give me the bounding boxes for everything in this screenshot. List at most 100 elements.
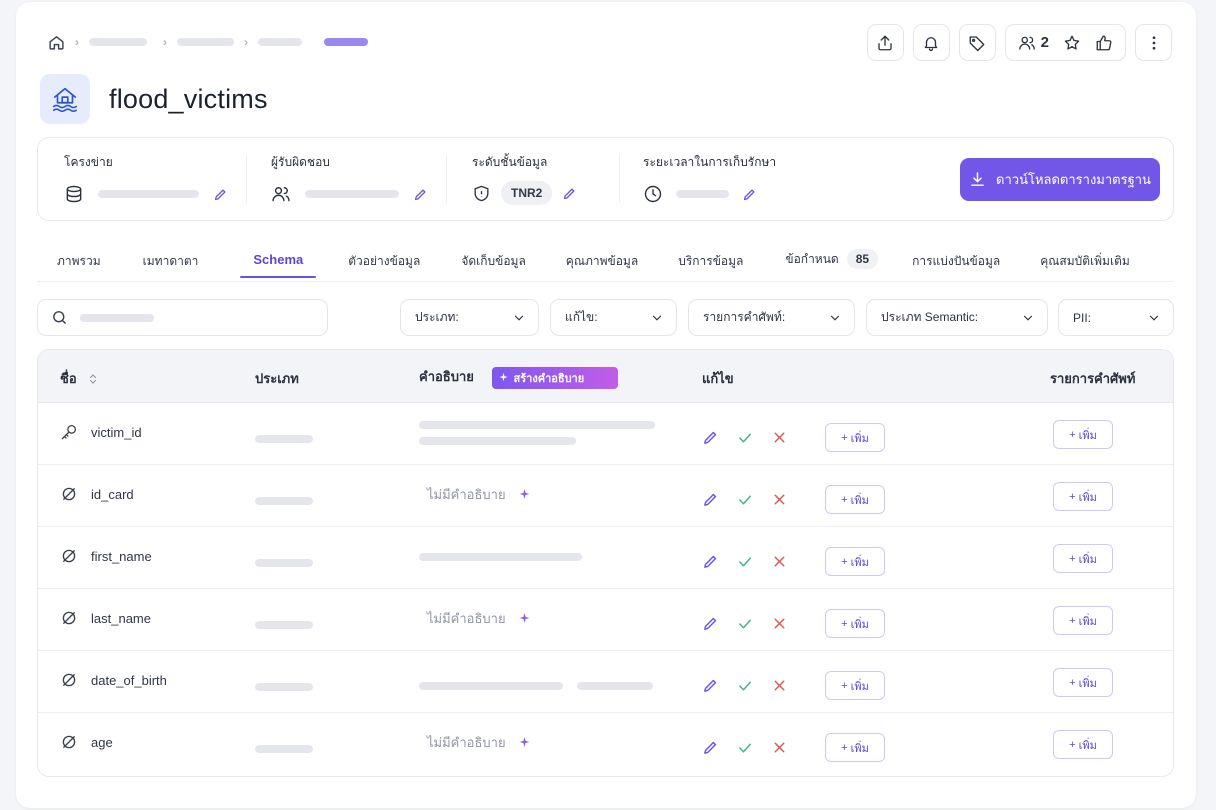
owner-value [305, 190, 399, 198]
add-label: เพิ่ม [1078, 429, 1097, 442]
glossary-cell: + เพิ่ม [1053, 730, 1113, 759]
check-icon[interactable] [736, 491, 754, 509]
column-name[interactable]: last_name [60, 609, 151, 627]
add-glossary-button[interactable]: + เพิ่ม [1053, 544, 1113, 573]
tab-sample-data[interactable]: ตัวอย่างข้อมูล [324, 242, 441, 281]
glossary-cell: + เพิ่ม [1053, 668, 1113, 697]
add-tag-button[interactable]: + เพิ่ม [825, 609, 885, 638]
tag-button[interactable] [958, 24, 996, 61]
column-name[interactable]: victim_id [60, 423, 142, 441]
generate-description-label: สร้างคำอธิบาย [513, 372, 585, 385]
close-icon[interactable] [771, 491, 788, 508]
column-name[interactable]: date_of_birth [60, 671, 167, 689]
check-icon[interactable] [736, 553, 754, 571]
add-tag-button[interactable]: + เพิ่ม [825, 485, 885, 514]
edit-retention-icon[interactable] [742, 187, 757, 202]
add-tag-button[interactable]: + เพิ่ม [825, 733, 885, 762]
notifications-button[interactable] [912, 24, 950, 61]
tab-data-sharing[interactable]: การแบ่งปันข้อมูล [892, 242, 1020, 281]
semantic-type-filter[interactable]: ประเภท Semantic: [866, 299, 1048, 336]
add-glossary-button[interactable]: + เพิ่ม [1053, 420, 1113, 449]
like-button[interactable] [1089, 25, 1119, 60]
breadcrumb-item[interactable] [89, 38, 147, 46]
type-filter-label: ประเภท: [415, 310, 459, 324]
tab-metadata[interactable]: เมทาดาตา [123, 242, 233, 281]
edit-filter[interactable]: แก้ไข: [550, 299, 677, 336]
add-glossary-button[interactable]: + เพิ่ม [1053, 606, 1113, 635]
column-name[interactable]: age [60, 733, 113, 751]
edit-tier-icon[interactable] [562, 186, 577, 201]
no-description-label: ไม่มีคำอธิบาย [427, 487, 506, 502]
add-tag-button[interactable]: + เพิ่ม [825, 671, 885, 700]
close-icon[interactable] [771, 553, 788, 570]
bell-icon [922, 34, 940, 52]
breadcrumb-item[interactable] [258, 38, 302, 46]
name-column-header[interactable]: ชื่อ [60, 368, 99, 389]
dataset-icon [40, 74, 90, 124]
download-standard-table-button[interactable]: ดาวน์โหลดตารางมาตรฐาน [960, 158, 1160, 201]
close-icon[interactable] [771, 739, 788, 756]
search-icon [51, 309, 68, 326]
no-description-label: ไม่มีคำอธิบาย [427, 735, 506, 750]
table-row: age ไม่มีคำอธิบาย + เพิ่ม + เพิ่ม [38, 713, 1173, 775]
close-icon[interactable] [771, 429, 788, 446]
tab-data-services[interactable]: บริการข้อมูล [658, 242, 763, 281]
glossary-cell: + เพิ่ม [1053, 544, 1113, 573]
column-name[interactable]: id_card [60, 485, 134, 503]
followers-button[interactable]: 2 [1012, 25, 1055, 60]
share-button[interactable] [866, 24, 904, 61]
close-icon[interactable] [771, 677, 788, 694]
breadcrumb-item[interactable] [177, 38, 234, 46]
tab-policies[interactable]: ข้อกำหนด 85 [763, 242, 892, 279]
pii-filter[interactable]: PII: [1058, 299, 1174, 336]
tab-overview[interactable]: ภาพรวม [37, 242, 123, 281]
plus-icon: + [841, 555, 848, 568]
sparkle-icon[interactable] [518, 612, 531, 625]
check-icon[interactable] [736, 739, 754, 757]
add-glossary-button[interactable]: + เพิ่ม [1053, 482, 1113, 511]
check-icon[interactable] [736, 677, 754, 695]
plus-icon: + [1069, 676, 1076, 689]
retention-label: ระยะเวลาในการเก็บรักษา [643, 155, 777, 169]
column-name[interactable]: first_name [60, 547, 152, 565]
chevron-down-icon [1021, 311, 1035, 325]
add-glossary-button[interactable]: + เพิ่ม [1053, 668, 1113, 697]
generate-description-button[interactable]: สร้างคำอธิบาย [491, 366, 619, 389]
edit-icon[interactable] [702, 429, 719, 446]
tab-data-quality[interactable]: คุณภาพข้อมูล [546, 242, 658, 281]
search-input[interactable] [37, 299, 328, 336]
edit-icon[interactable] [702, 553, 719, 570]
null-icon [60, 671, 78, 689]
edit-owner-icon[interactable] [413, 187, 428, 202]
add-glossary-button[interactable]: + เพิ่ม [1053, 730, 1113, 759]
tab-schema[interactable]: Schema [232, 242, 324, 278]
tab-custom-properties[interactable]: คุณสมบัติเพิ่มเติม [1020, 242, 1130, 281]
home-icon[interactable] [48, 34, 65, 51]
column-description [419, 553, 582, 561]
add-tag-button[interactable]: + เพิ่ม [825, 423, 885, 452]
star-button[interactable] [1057, 25, 1087, 60]
tab-storage[interactable]: จัดเก็บข้อมูล [441, 242, 545, 281]
edit-actions: + เพิ่ม [702, 423, 885, 452]
edit-actions: + เพิ่ม [702, 485, 885, 514]
sparkle-icon[interactable] [518, 488, 531, 501]
edit-icon[interactable] [702, 491, 719, 508]
edit-icon[interactable] [702, 739, 719, 756]
more-button[interactable] [1135, 24, 1172, 61]
sort-icon[interactable] [87, 373, 99, 385]
add-tag-button[interactable]: + เพิ่ม [825, 547, 885, 576]
close-icon[interactable] [771, 615, 788, 632]
meta-tier: ระดับชั้นข้อมูล TNR2 [447, 149, 619, 209]
glossary-filter[interactable]: รายการคำศัพท์: [688, 299, 855, 336]
search-placeholder [80, 313, 154, 322]
edit-actions: + เพิ่ม [702, 547, 885, 576]
check-icon[interactable] [736, 429, 754, 447]
glossary-cell: + เพิ่ม [1053, 482, 1113, 511]
edit-network-icon[interactable] [213, 187, 228, 202]
edit-icon[interactable] [702, 615, 719, 632]
edit-icon[interactable] [702, 677, 719, 694]
check-icon[interactable] [736, 615, 754, 633]
sparkle-icon[interactable] [518, 736, 531, 749]
type-filter[interactable]: ประเภท: [400, 299, 539, 336]
followers-count: 2 [1040, 34, 1049, 51]
